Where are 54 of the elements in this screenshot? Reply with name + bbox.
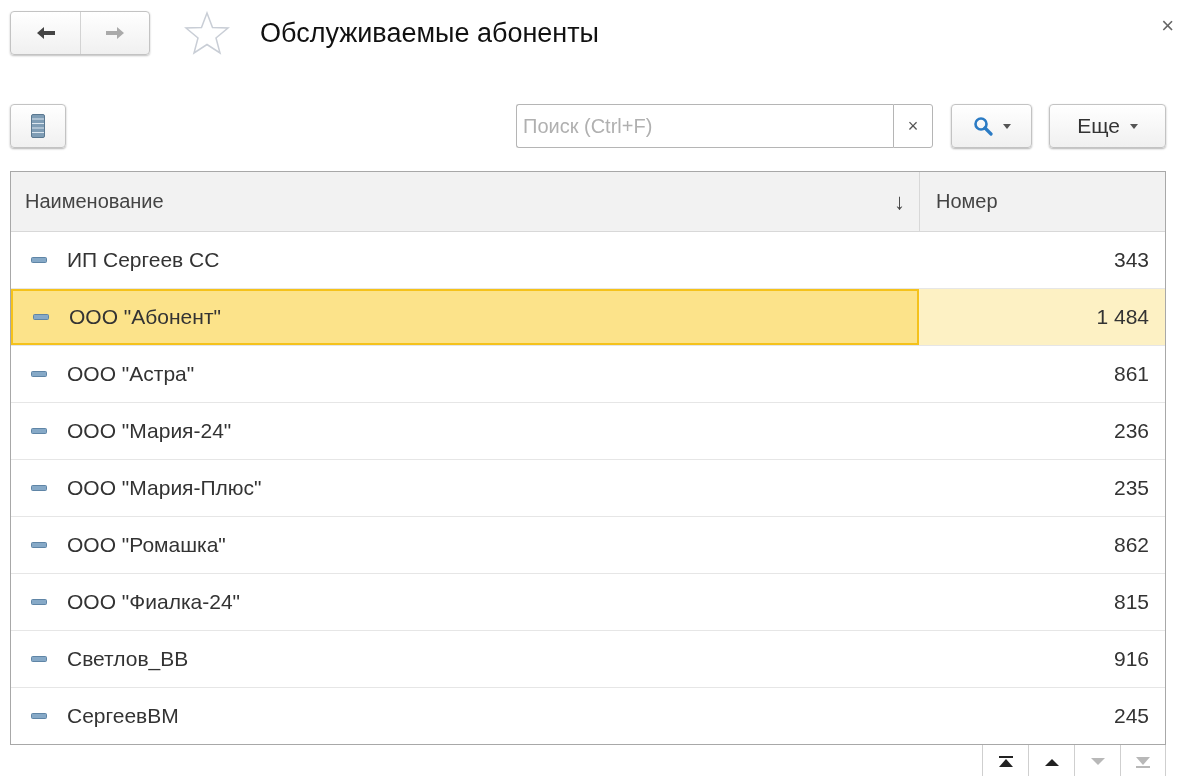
item-icon bbox=[31, 257, 47, 263]
up-arrow-icon bbox=[998, 756, 1013, 768]
left-arrow-icon bbox=[35, 26, 56, 40]
table-cell: ООО "Абонент" bbox=[69, 305, 221, 329]
table-cell: 815 bbox=[1113, 590, 1149, 614]
close-button[interactable]: × bbox=[1161, 13, 1174, 39]
item-icon bbox=[33, 314, 49, 320]
window-title: Обслуживаемые абоненты bbox=[260, 17, 600, 49]
table-row[interactable]: ООО "Мария-24" 236 bbox=[11, 403, 1165, 460]
table-cell: ИП Сергеев СС bbox=[67, 248, 220, 272]
table-cell: Светлов_ВВ bbox=[67, 647, 189, 671]
list-icon bbox=[31, 114, 45, 138]
column-header[interactable]: Номер bbox=[919, 172, 1165, 231]
table-cell: 862 bbox=[1113, 533, 1149, 557]
right-arrow-icon bbox=[105, 26, 125, 40]
item-icon bbox=[31, 485, 47, 491]
table-cell: 236 bbox=[1113, 419, 1149, 443]
list-button[interactable] bbox=[10, 104, 66, 148]
table-row[interactable]: ООО "Мария-Плюс" 235 bbox=[11, 460, 1165, 517]
star-icon[interactable] bbox=[184, 11, 230, 55]
item-icon bbox=[31, 713, 47, 719]
table-cell: 235 bbox=[1113, 476, 1149, 500]
down-arrow-icon bbox=[1136, 756, 1150, 768]
item-icon bbox=[31, 428, 47, 434]
caret-icon bbox=[1129, 123, 1138, 129]
item-icon bbox=[31, 656, 47, 662]
table-cell: 343 bbox=[1113, 248, 1149, 272]
table-cell: ООО "Мария-24" bbox=[67, 419, 232, 443]
item-icon bbox=[31, 371, 47, 377]
caret-icon bbox=[1002, 123, 1011, 129]
clear-button[interactable]: × bbox=[893, 104, 933, 148]
table-cell: ООО "Ромашка" bbox=[67, 533, 226, 557]
search-button[interactable] bbox=[951, 104, 1032, 148]
table-cell: 1 484 bbox=[1096, 305, 1149, 329]
table-cell: 861 bbox=[1113, 362, 1149, 386]
table-row[interactable]: Светлов_ВВ 916 bbox=[11, 631, 1165, 688]
table-cell: СергеевВМ bbox=[67, 704, 179, 728]
item-icon bbox=[31, 542, 47, 548]
table-cell: ООО "Фиалка-24" bbox=[67, 590, 241, 614]
table-cell: 245 bbox=[1113, 704, 1149, 728]
more-button[interactable]: Еще bbox=[1049, 104, 1166, 148]
table-row[interactable]: ООО "Ромашка" 862 bbox=[11, 517, 1165, 574]
table-row[interactable]: ООО "Астра" 861 bbox=[11, 346, 1165, 403]
search-icon bbox=[972, 116, 993, 136]
down-arrow-icon bbox=[1090, 756, 1105, 768]
table-cell: ООО "Мария-Плюс" bbox=[67, 476, 262, 500]
column-header[interactable]: Наименование ↓ bbox=[11, 172, 919, 231]
table-cell: ООО "Астра" bbox=[67, 362, 195, 386]
table-row[interactable]: ООО "Фиалка-24" 815 bbox=[11, 574, 1165, 631]
table-cell: 916 bbox=[1113, 647, 1149, 671]
item-icon bbox=[31, 599, 47, 605]
table-row[interactable]: СергеевВМ 245 bbox=[11, 688, 1165, 744]
search-field[interactable]: Поиск (Ctrl+F) bbox=[516, 104, 893, 148]
up-arrow-icon bbox=[1044, 756, 1059, 768]
